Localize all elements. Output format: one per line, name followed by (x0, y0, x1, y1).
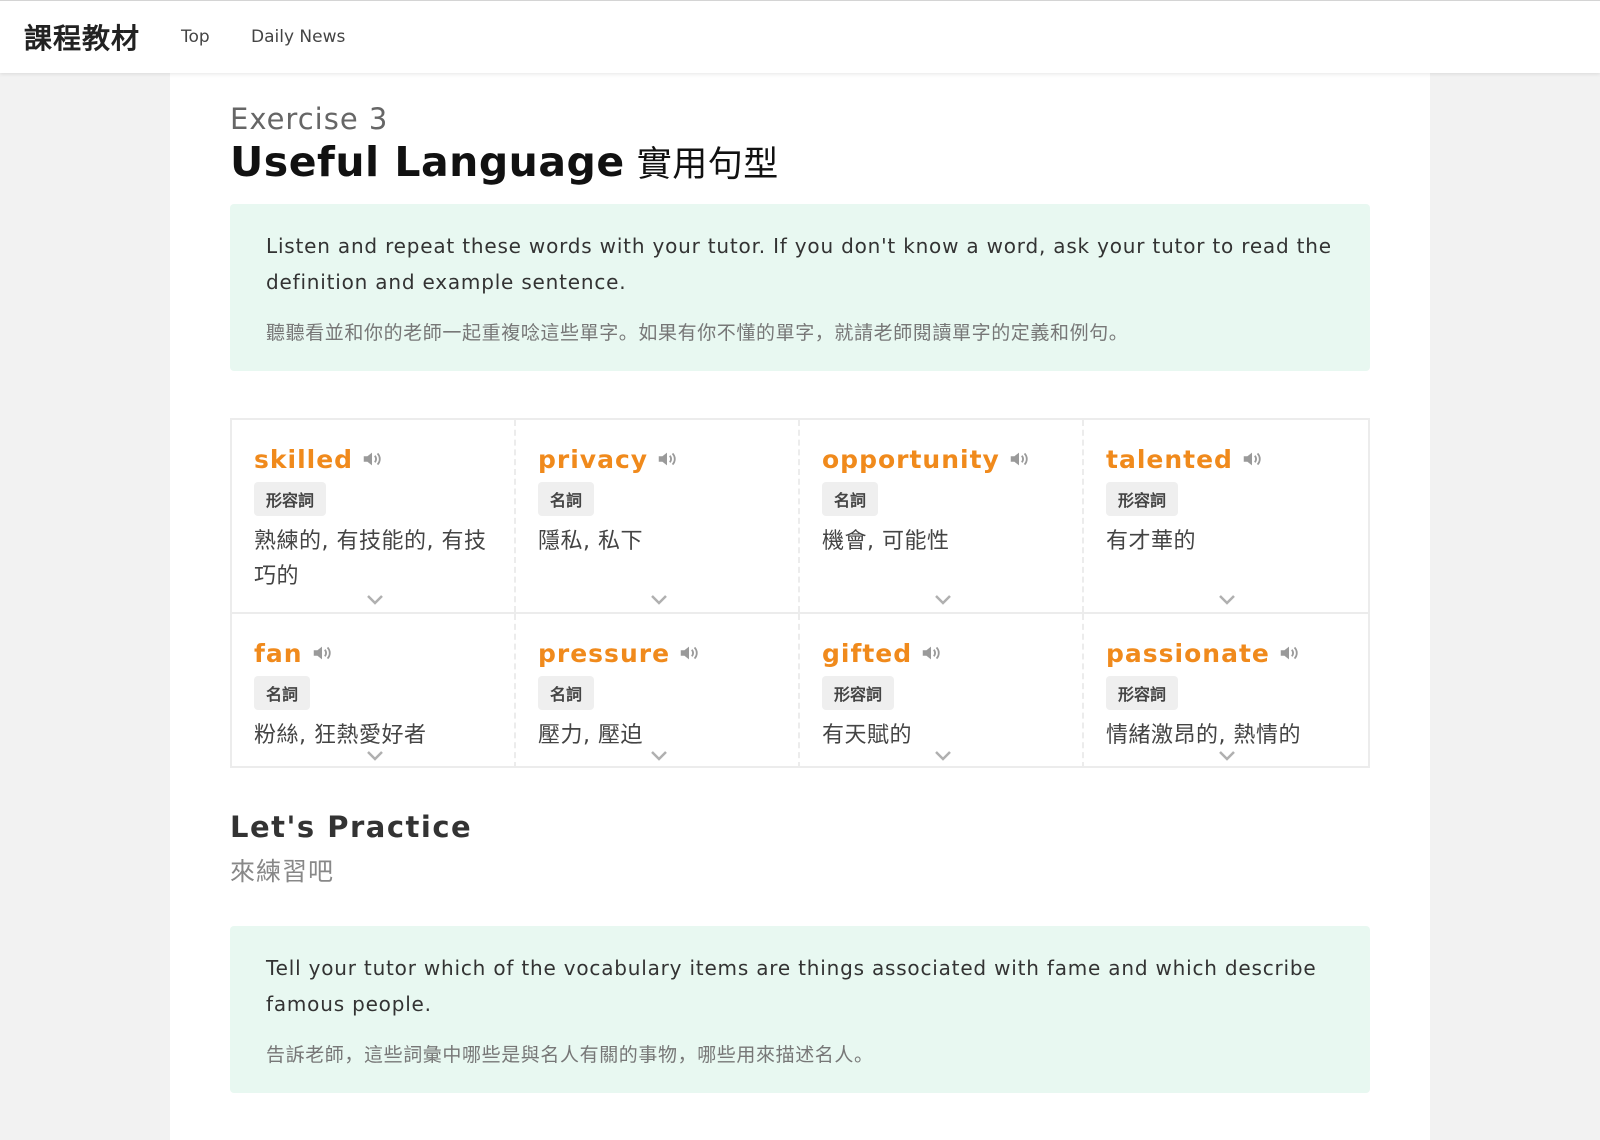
vocab-card: skilled 形容詞 熟練的, 有技能的, 有技巧的 (232, 420, 516, 612)
vocab-word-line: talented (1106, 442, 1346, 476)
vocab-word: fan (254, 638, 303, 668)
nav-link-daily-news[interactable]: Daily News (251, 27, 345, 47)
vocab-meaning: 熟練的, 有技能的, 有技巧的 (254, 529, 487, 589)
vocab-meaning: 有天賦的 (822, 723, 913, 748)
chevron-down-icon[interactable] (1218, 750, 1236, 762)
speaker-icon[interactable] (1241, 448, 1263, 470)
nav-link-top[interactable]: Top (181, 27, 210, 47)
vocab-word-line: fan (254, 636, 492, 670)
vocab-word: passionate (1106, 638, 1270, 668)
instructions-en: Listen and repeat these words with your … (266, 234, 1332, 294)
vocab-word: privacy (538, 444, 649, 474)
practice-instructions-box: Tell your tutor which of the vocabulary … (230, 926, 1370, 1093)
vocab-meaning: 機會, 可能性 (822, 529, 950, 554)
vocab-card: gifted 形容詞 有天賦的 (800, 614, 1084, 768)
page-title-zh: 實用句型 (636, 145, 779, 185)
vocab-word: pressure (538, 638, 671, 668)
vocab-meaning: 隱私, 私下 (538, 529, 643, 554)
instructions-box: Listen and repeat these words with your … (230, 204, 1370, 371)
chevron-down-icon[interactable] (934, 594, 952, 606)
chevron-down-icon[interactable] (366, 750, 384, 762)
chevron-down-icon[interactable] (650, 750, 668, 762)
vocab-word: opportunity (822, 444, 1000, 474)
vocab-card: privacy 名詞 隱私, 私下 (516, 420, 800, 612)
speaker-icon[interactable] (361, 448, 383, 470)
instructions-zh: 聽聽看並和你的老師一起重複唸這些單字。如果有你不懂的單字，就請老師閱讀單字的定義… (266, 322, 1129, 344)
chevron-down-icon[interactable] (1218, 594, 1236, 606)
speaker-icon[interactable] (1278, 642, 1300, 664)
practice-title: Let's Practice (230, 810, 473, 844)
vocabulary-row: fan 名詞 粉絲, 狂熱愛好者 pressure 名詞 壓力, 壓迫 gift… (232, 614, 1368, 768)
content-panel: Exercise 3 Useful Language 實用句型 Listen an… (170, 72, 1430, 1140)
vocab-card: fan 名詞 粉絲, 狂熱愛好者 (232, 614, 516, 768)
chevron-down-icon[interactable] (934, 750, 952, 762)
vocab-word: talented (1106, 444, 1233, 474)
part-of-speech-badge: 名詞 (538, 676, 595, 710)
part-of-speech-badge: 形容詞 (1106, 482, 1179, 516)
speaker-icon[interactable] (656, 448, 678, 470)
vocab-word-line: passionate (1106, 636, 1346, 670)
page-title-en: Useful Language (230, 138, 625, 186)
part-of-speech-badge: 名詞 (538, 482, 595, 516)
part-of-speech-badge: 名詞 (822, 482, 879, 516)
part-of-speech-badge: 名詞 (254, 676, 311, 710)
vocab-card: pressure 名詞 壓力, 壓迫 (516, 614, 800, 768)
speaker-icon[interactable] (311, 642, 333, 664)
part-of-speech-badge: 形容詞 (1106, 676, 1179, 710)
top-nav-bar: 課程教材 Top Daily News (0, 0, 1600, 73)
vocabulary-grid: skilled 形容詞 熟練的, 有技能的, 有技巧的 privacy 名詞 隱… (230, 418, 1370, 768)
vocab-card: passionate 形容詞 情緒激昂的, 熱情的 (1084, 614, 1368, 768)
vocab-card: talented 形容詞 有才華的 (1084, 420, 1368, 612)
vocab-meaning: 情緒激昂的, 熱情的 (1106, 723, 1301, 748)
chevron-down-icon[interactable] (366, 594, 384, 606)
vocab-word-line: skilled (254, 442, 492, 476)
exercise-label: Exercise 3 (230, 102, 389, 136)
vocab-word: gifted (822, 638, 913, 668)
vocab-meaning: 壓力, 壓迫 (538, 723, 643, 748)
part-of-speech-badge: 形容詞 (822, 676, 895, 710)
chevron-down-icon[interactable] (650, 594, 668, 606)
vocab-meaning: 粉絲, 狂熱愛好者 (254, 723, 427, 748)
vocabulary-row: skilled 形容詞 熟練的, 有技能的, 有技巧的 privacy 名詞 隱… (232, 420, 1368, 614)
site-brand[interactable]: 課程教材 (24, 17, 140, 57)
vocab-word-line: pressure (538, 636, 776, 670)
speaker-icon[interactable] (1008, 448, 1030, 470)
vocab-card: opportunity 名詞 機會, 可能性 (800, 420, 1084, 612)
practice-instructions-zh: 告訴老師，這些詞彙中哪些是與名人有關的事物，哪些用來描述名人。 (266, 1044, 874, 1066)
page-title: Useful Language 實用句型 (230, 136, 779, 187)
vocab-word-line: opportunity (822, 442, 1060, 476)
practice-subtitle: 來練習吧 (230, 857, 335, 886)
speaker-icon[interactable] (920, 642, 942, 664)
practice-instructions-en: Tell your tutor which of the vocabulary … (266, 956, 1317, 1016)
speaker-icon[interactable] (678, 642, 700, 664)
vocab-word: skilled (254, 444, 354, 474)
part-of-speech-badge: 形容詞 (254, 482, 327, 516)
vocab-meaning: 有才華的 (1106, 529, 1197, 554)
vocab-word-line: gifted (822, 636, 1060, 670)
vocab-word-line: privacy (538, 442, 776, 476)
